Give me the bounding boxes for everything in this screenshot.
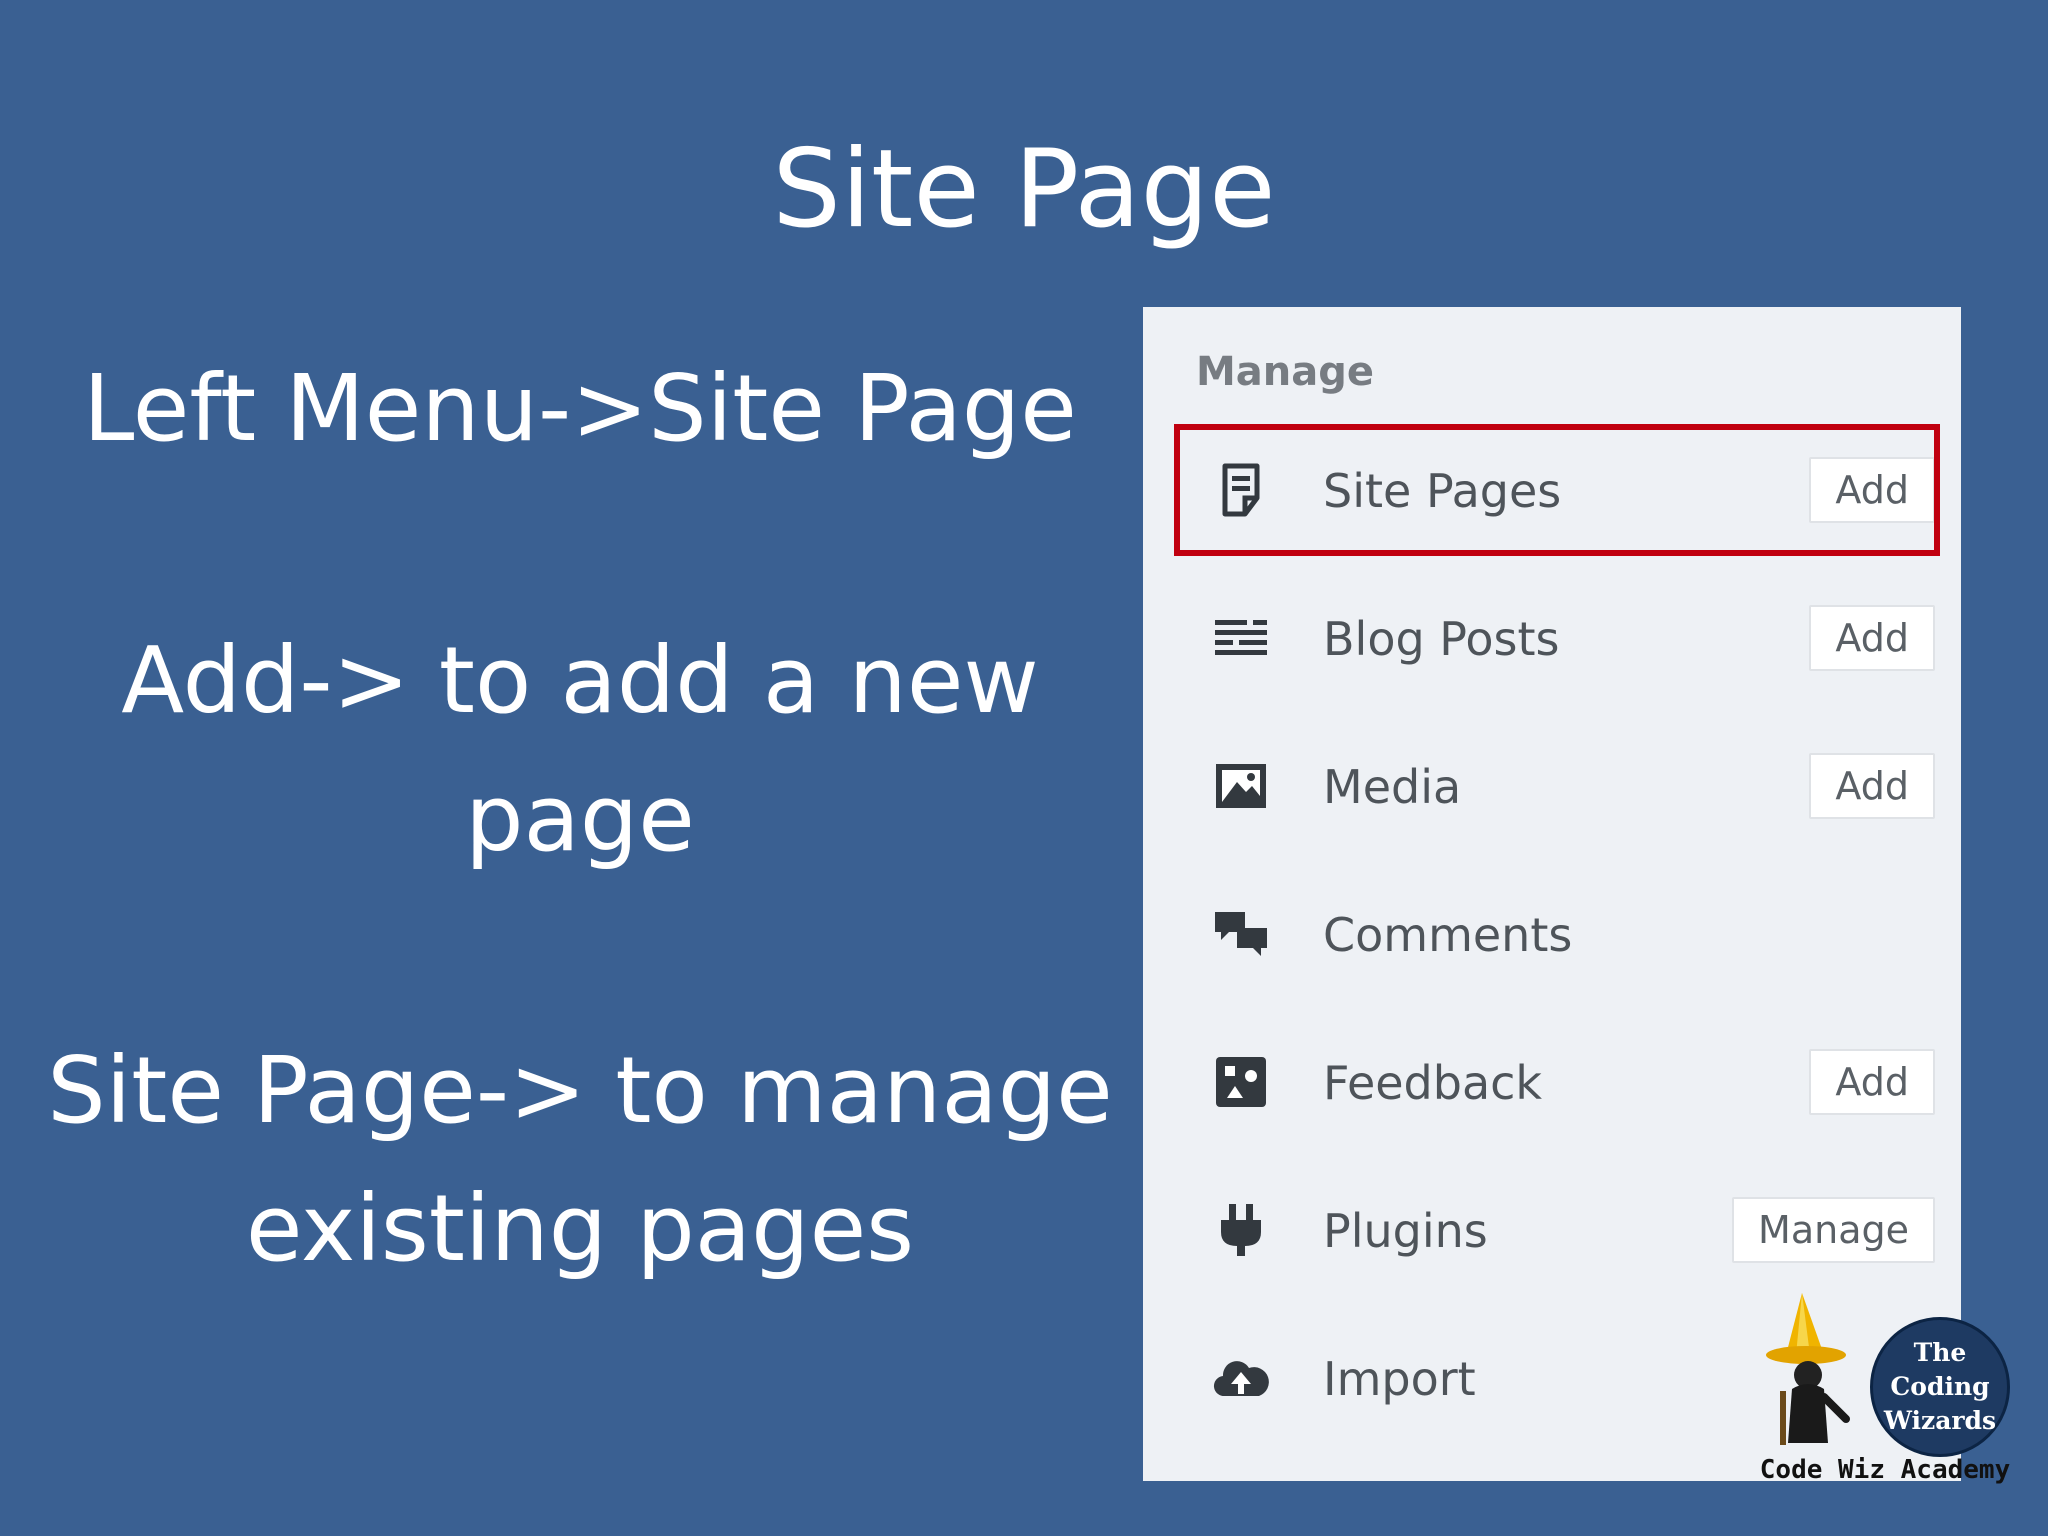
logo-caption: Code Wiz Academy xyxy=(1759,1455,2011,1485)
blog-posts-add-button[interactable]: Add xyxy=(1809,605,1935,671)
slide-title: Site Page xyxy=(772,127,1276,252)
blog-lines-icon xyxy=(1213,610,1269,666)
menu-item-feedback[interactable]: Feedback Add xyxy=(1143,1017,1961,1147)
menu-item-label: Comments xyxy=(1323,908,1573,962)
cloud-upload-icon xyxy=(1213,1350,1269,1406)
bullet-left-menu: Left Menu->Site Page xyxy=(83,355,1077,462)
bullet-add-page: Add-> to add a new page xyxy=(121,627,1039,872)
menu-item-blog-posts[interactable]: Blog Posts Add xyxy=(1143,573,1961,703)
comments-icon xyxy=(1213,906,1269,962)
menu-item-label: Media xyxy=(1323,760,1462,814)
image-icon xyxy=(1213,758,1269,814)
wizard-icon xyxy=(1766,1293,1850,1445)
media-add-button[interactable]: Add xyxy=(1809,753,1935,819)
code-wiz-academy-logo: The Coding Wizards Code Wiz Academy xyxy=(1740,1285,2030,1505)
plugins-manage-button[interactable]: Manage xyxy=(1732,1197,1935,1263)
coding-wizards-badge: The Coding Wizards xyxy=(1870,1317,2010,1457)
feedback-add-button[interactable]: Add xyxy=(1809,1049,1935,1115)
manage-heading: Manage xyxy=(1196,349,1375,395)
menu-item-media[interactable]: Media Add xyxy=(1143,721,1961,851)
menu-item-comments[interactable]: Comments xyxy=(1143,869,1961,999)
site-pages-highlight-box xyxy=(1174,424,1940,556)
menu-item-label: Blog Posts xyxy=(1323,612,1560,666)
menu-item-label: Feedback xyxy=(1323,1056,1543,1110)
menu-item-label: Plugins xyxy=(1323,1204,1488,1258)
badge-line: Wizards xyxy=(1883,1406,1997,1435)
badge-line: The xyxy=(1913,1338,1967,1367)
badge-line: Coding xyxy=(1890,1372,1990,1401)
feedback-icon xyxy=(1213,1054,1269,1110)
bullet-manage-pages: Site Page-> to manage existing pages xyxy=(47,1037,1113,1282)
menu-item-label: Import xyxy=(1323,1352,1476,1406)
menu-item-plugins[interactable]: Plugins Manage xyxy=(1143,1165,1961,1295)
plug-icon xyxy=(1213,1202,1269,1258)
